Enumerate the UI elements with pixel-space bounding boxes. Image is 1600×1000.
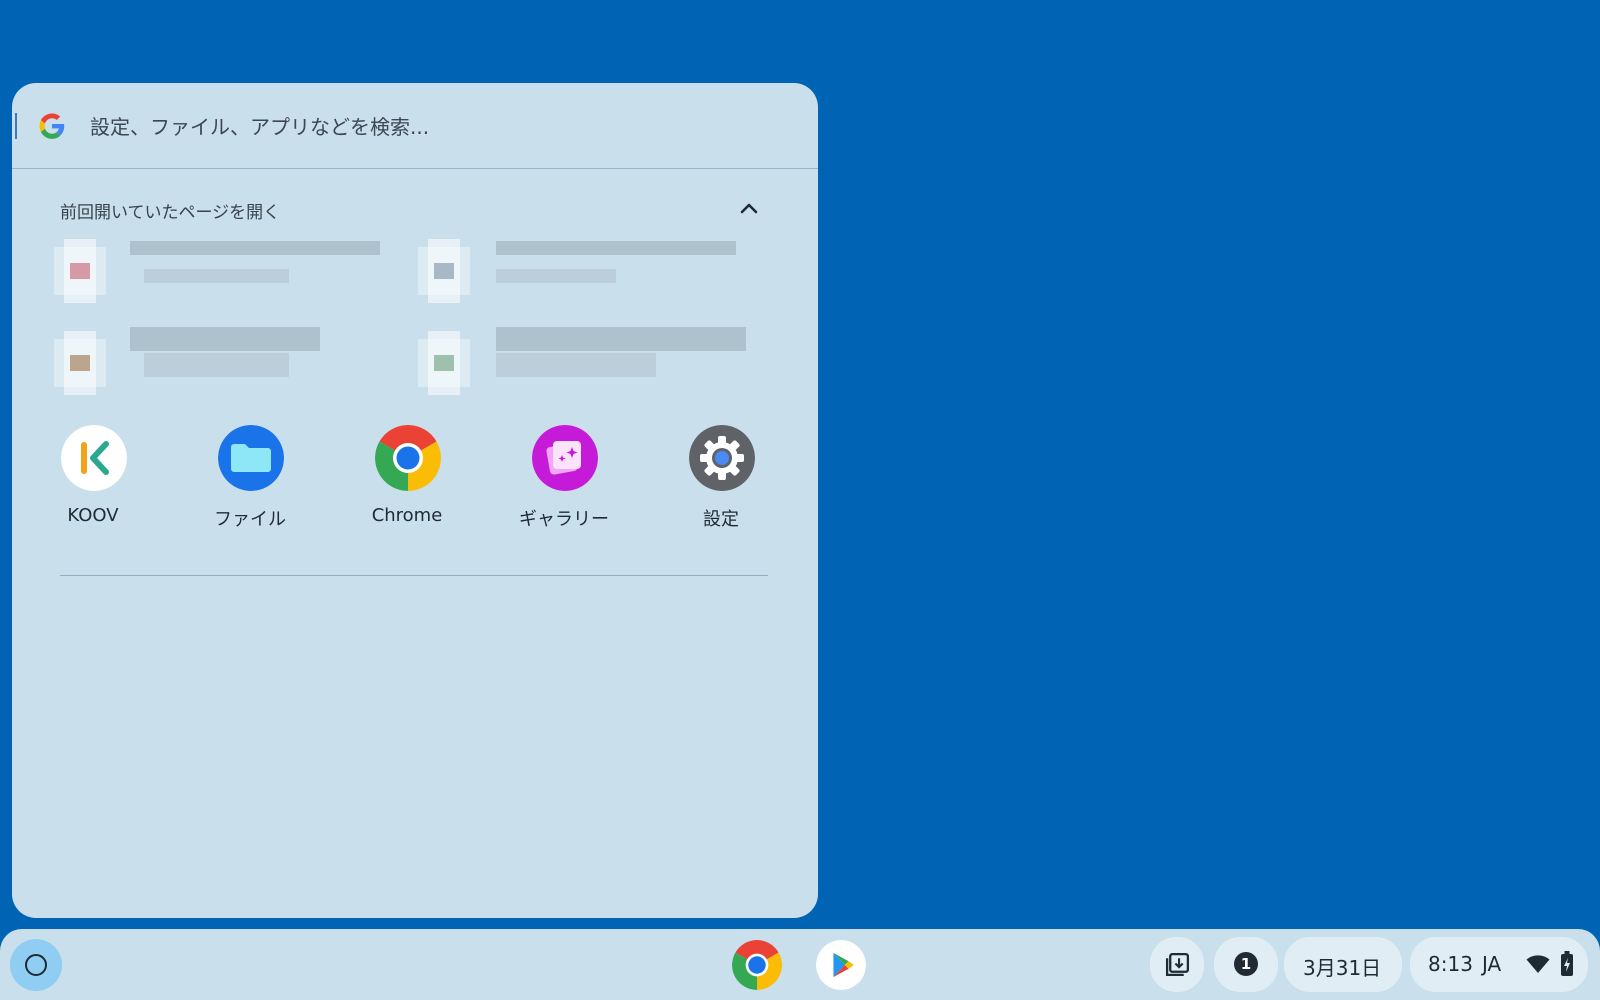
launcher-button[interactable]	[10, 939, 62, 991]
notification-count-badge: 1	[1234, 952, 1258, 976]
notification-count: 1	[1240, 955, 1252, 973]
time-text: 8:13	[1428, 952, 1473, 976]
recent-page-item[interactable]	[418, 233, 758, 307]
divider	[60, 575, 768, 576]
date-tray[interactable]: 3月31日	[1284, 937, 1402, 992]
notification-button[interactable]: 1	[1214, 937, 1278, 992]
gallery-icon	[532, 425, 598, 491]
chevron-up-icon[interactable]	[736, 195, 762, 221]
app-launcher-panel: 設定、ファイル、アプリなどを検索... 前回開いていたページを開く KOOV フ…	[12, 83, 818, 918]
wifi-icon	[1526, 955, 1550, 973]
recent-pages-title: 前回開いていたページを開く	[60, 203, 281, 223]
google-g-icon	[39, 113, 65, 139]
recent-page-item[interactable]	[54, 325, 394, 399]
date-text: 3月31日	[1303, 956, 1382, 980]
holding-space-icon	[1165, 952, 1190, 977]
app-settings[interactable]: 設定	[656, 425, 786, 535]
holding-space-button[interactable]	[1150, 937, 1204, 992]
settings-gear-icon	[689, 425, 755, 491]
page-favicon	[418, 239, 470, 303]
search-box[interactable]: 設定、ファイル、アプリなどを検索...	[12, 83, 818, 169]
app-label: KOOV	[67, 505, 119, 526]
app-label: Chrome	[371, 505, 443, 526]
status-tray[interactable]: 8:13 JA	[1410, 937, 1588, 992]
chrome-icon[interactable]	[732, 940, 782, 990]
ime-indicator: JA	[1482, 952, 1502, 976]
recent-page-item[interactable]	[418, 325, 758, 399]
page-favicon	[54, 239, 106, 303]
app-koov[interactable]: KOOV	[28, 425, 158, 535]
search-input[interactable]: 設定、ファイル、アプリなどを検索...	[90, 111, 429, 140]
shelf: 1 3月31日 8:13 JA	[0, 929, 1600, 1000]
koov-icon	[61, 425, 127, 491]
text-cursor	[15, 113, 17, 139]
recent-page-item[interactable]	[54, 233, 394, 307]
page-favicon	[54, 331, 106, 395]
app-chrome[interactable]: Chrome	[342, 425, 472, 535]
app-label: ギャラリー	[519, 509, 609, 530]
app-label: 設定	[703, 509, 739, 530]
app-gallery[interactable]: ギャラリー	[499, 425, 629, 535]
launcher-circle-icon	[25, 954, 47, 976]
app-label: ファイル	[214, 509, 286, 530]
app-files[interactable]: ファイル	[185, 425, 315, 535]
battery-charging-icon	[1561, 951, 1573, 976]
files-folder-icon	[218, 425, 284, 491]
play-store-icon[interactable]	[816, 940, 866, 990]
chrome-icon	[375, 425, 441, 491]
page-favicon	[418, 331, 470, 395]
